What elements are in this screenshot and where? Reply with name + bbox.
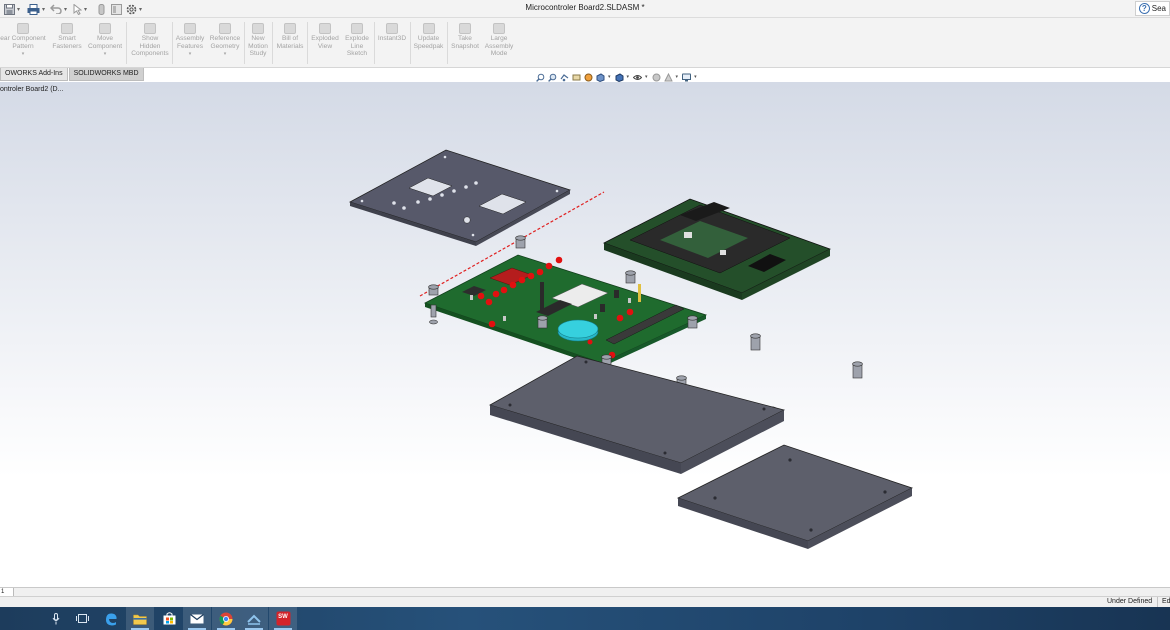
linear-component-pattern-button[interactable]: ear Component Pattern ▾ bbox=[0, 23, 48, 59]
tab-solidworks-mbd[interactable]: SOLIDWORKS MBD bbox=[68, 68, 144, 81]
apply-scene-icon[interactable] bbox=[663, 72, 673, 82]
motion-study-icon bbox=[252, 23, 264, 34]
scene-dropdown-icon[interactable]: ▾ bbox=[676, 74, 679, 80]
help-icon: ? bbox=[1138, 3, 1150, 14]
camera-icon bbox=[459, 23, 471, 34]
zoom-to-area-icon[interactable] bbox=[548, 73, 557, 82]
taskbar-steam[interactable] bbox=[240, 607, 268, 630]
explode-line-sketch-button[interactable]: Explode Line Sketch bbox=[342, 23, 372, 58]
edge-icon bbox=[106, 612, 117, 625]
display-style-icon[interactable] bbox=[615, 72, 624, 82]
daughter-board[interactable] bbox=[602, 198, 832, 300]
microphone-icon bbox=[52, 612, 60, 624]
ribbon-separator bbox=[447, 22, 448, 64]
dynamic-annotation-icon[interactable] bbox=[584, 73, 593, 82]
solidworks-window: ▾ ▾ ▾ ▾ ▾ Microcontroler Board2.SLDASM *… bbox=[0, 0, 1170, 630]
search-label: Sea bbox=[1151, 4, 1166, 13]
display-style-dropdown-icon[interactable]: ▾ bbox=[627, 74, 630, 80]
take-snapshot-button[interactable]: Take Snapshot bbox=[449, 23, 481, 50]
large-assembly-icon bbox=[493, 23, 505, 34]
ribbon-separator bbox=[374, 22, 375, 64]
edit-appearance-icon[interactable] bbox=[652, 73, 661, 82]
command-tabs: OWORKS Add-Ins SOLIDWORKS MBD bbox=[0, 68, 145, 81]
exploded-assembly-model[interactable] bbox=[340, 140, 930, 560]
hide-show-dropdown-icon[interactable]: ▾ bbox=[645, 74, 648, 80]
reference-geometry-button[interactable]: Reference Geometry ▾ bbox=[207, 23, 243, 59]
sheet-tab[interactable]: 1 bbox=[0, 588, 14, 596]
bottom-case-plate[interactable] bbox=[488, 355, 786, 474]
window-title: Microcontroler Board2.SLDASM * bbox=[525, 3, 645, 12]
fastener-icon bbox=[61, 23, 73, 34]
instant3d-button[interactable]: Instant3D bbox=[376, 23, 408, 43]
zoom-to-fit-icon[interactable] bbox=[536, 73, 545, 82]
ribbon-separator bbox=[272, 22, 273, 64]
taskbar-microphone[interactable] bbox=[42, 607, 70, 630]
new-motion-study-button[interactable]: New Motion Study bbox=[245, 23, 271, 58]
assembly-features-icon bbox=[184, 23, 196, 34]
pattern-dropdown-icon[interactable]: ▾ bbox=[0, 51, 48, 59]
move-dropdown-icon[interactable]: ▾ bbox=[86, 51, 124, 59]
view-settings-dropdown-icon[interactable]: ▾ bbox=[694, 74, 697, 80]
command-manager: ear Component Pattern ▾ Smart Fasteners … bbox=[0, 18, 1170, 68]
explode-line-icon bbox=[351, 23, 363, 34]
large-assembly-mode-button[interactable]: Large Assembly Mode bbox=[482, 23, 516, 58]
hide-show-items-icon[interactable] bbox=[633, 73, 643, 82]
status-definition-state: Under Defined bbox=[1107, 598, 1153, 605]
solidworks-icon-label: SW bbox=[278, 614, 288, 620]
taskbar-edge[interactable] bbox=[97, 607, 125, 630]
show-hidden-components-button[interactable]: Show Hidden Components bbox=[129, 23, 171, 58]
speedpak-icon bbox=[422, 23, 435, 34]
base-plate[interactable] bbox=[676, 444, 914, 549]
update-speedpak-button[interactable]: Update Speedpak bbox=[412, 23, 445, 50]
mail-icon bbox=[190, 613, 204, 623]
show-hidden-icon bbox=[144, 23, 156, 34]
horizontal-scrollbar[interactable]: 1 bbox=[0, 587, 1170, 596]
ribbon-separator bbox=[307, 22, 308, 64]
taskbar-chrome[interactable] bbox=[212, 607, 240, 630]
move-component-icon bbox=[99, 23, 111, 34]
exploded-view-icon bbox=[319, 23, 331, 34]
bill-of-materials-button[interactable]: Bill of Materials bbox=[274, 23, 306, 50]
assembly-name-label: ontroler Board2 (D... bbox=[0, 86, 64, 93]
section-view-icon[interactable] bbox=[572, 73, 581, 82]
main-pcb[interactable] bbox=[423, 254, 708, 367]
ribbon-separator bbox=[410, 22, 411, 64]
status-bar: Under Defined Ed bbox=[0, 596, 1170, 608]
taskbar-mail[interactable] bbox=[183, 607, 211, 630]
view-orientation-icon[interactable] bbox=[596, 72, 605, 82]
task-view-icon bbox=[75, 614, 89, 623]
linear-pattern-icon bbox=[17, 23, 29, 34]
taskbar-solidworks[interactable]: SW bbox=[269, 607, 297, 630]
taskbar-file-explorer[interactable] bbox=[126, 607, 154, 630]
ribbon-separator bbox=[126, 22, 127, 64]
store-icon bbox=[163, 612, 175, 625]
exploded-view-button[interactable]: Exploded View bbox=[309, 23, 341, 50]
move-component-button[interactable]: Move Component ▾ bbox=[86, 23, 124, 59]
previous-view-icon[interactable] bbox=[560, 73, 569, 82]
instant3d-icon bbox=[386, 23, 398, 34]
reference-dropdown-icon[interactable]: ▾ bbox=[207, 51, 243, 59]
title-bar: ▾ ▾ ▾ ▾ ▾ Microcontroler Board2.SLDASM *… bbox=[0, 0, 1170, 18]
heads-up-view-toolbar: ▾ ▾ ▾ ▾ ▾ bbox=[536, 71, 701, 83]
chrome-icon bbox=[219, 612, 233, 625]
view-settings-icon[interactable] bbox=[682, 73, 692, 82]
reference-geometry-icon bbox=[219, 23, 231, 34]
taskbar-task-view[interactable] bbox=[68, 607, 96, 630]
smart-fasteners-button[interactable]: Smart Fasteners bbox=[52, 23, 82, 50]
top-cover-plate[interactable] bbox=[348, 149, 572, 246]
ribbon-separator bbox=[172, 22, 173, 64]
steam-icon bbox=[247, 614, 261, 625]
tab-solidworks-add-ins[interactable]: OWORKS Add-Ins bbox=[0, 68, 68, 81]
windows-taskbar: SW bbox=[0, 607, 1170, 630]
taskbar-store[interactable] bbox=[155, 607, 183, 630]
features-dropdown-icon[interactable]: ▾ bbox=[174, 51, 206, 59]
assembly-features-button[interactable]: Assembly Features ▾ bbox=[174, 23, 206, 59]
bill-of-materials-icon bbox=[284, 23, 296, 34]
feature-tree-root[interactable]: ontroler Board2 (D... bbox=[0, 86, 63, 93]
file-explorer-icon bbox=[133, 614, 147, 625]
view-orientation-dropdown-icon[interactable]: ▾ bbox=[608, 74, 611, 80]
search-commands-box[interactable]: ? Sea bbox=[1134, 1, 1170, 16]
status-edit-mode: Ed bbox=[1162, 598, 1170, 605]
